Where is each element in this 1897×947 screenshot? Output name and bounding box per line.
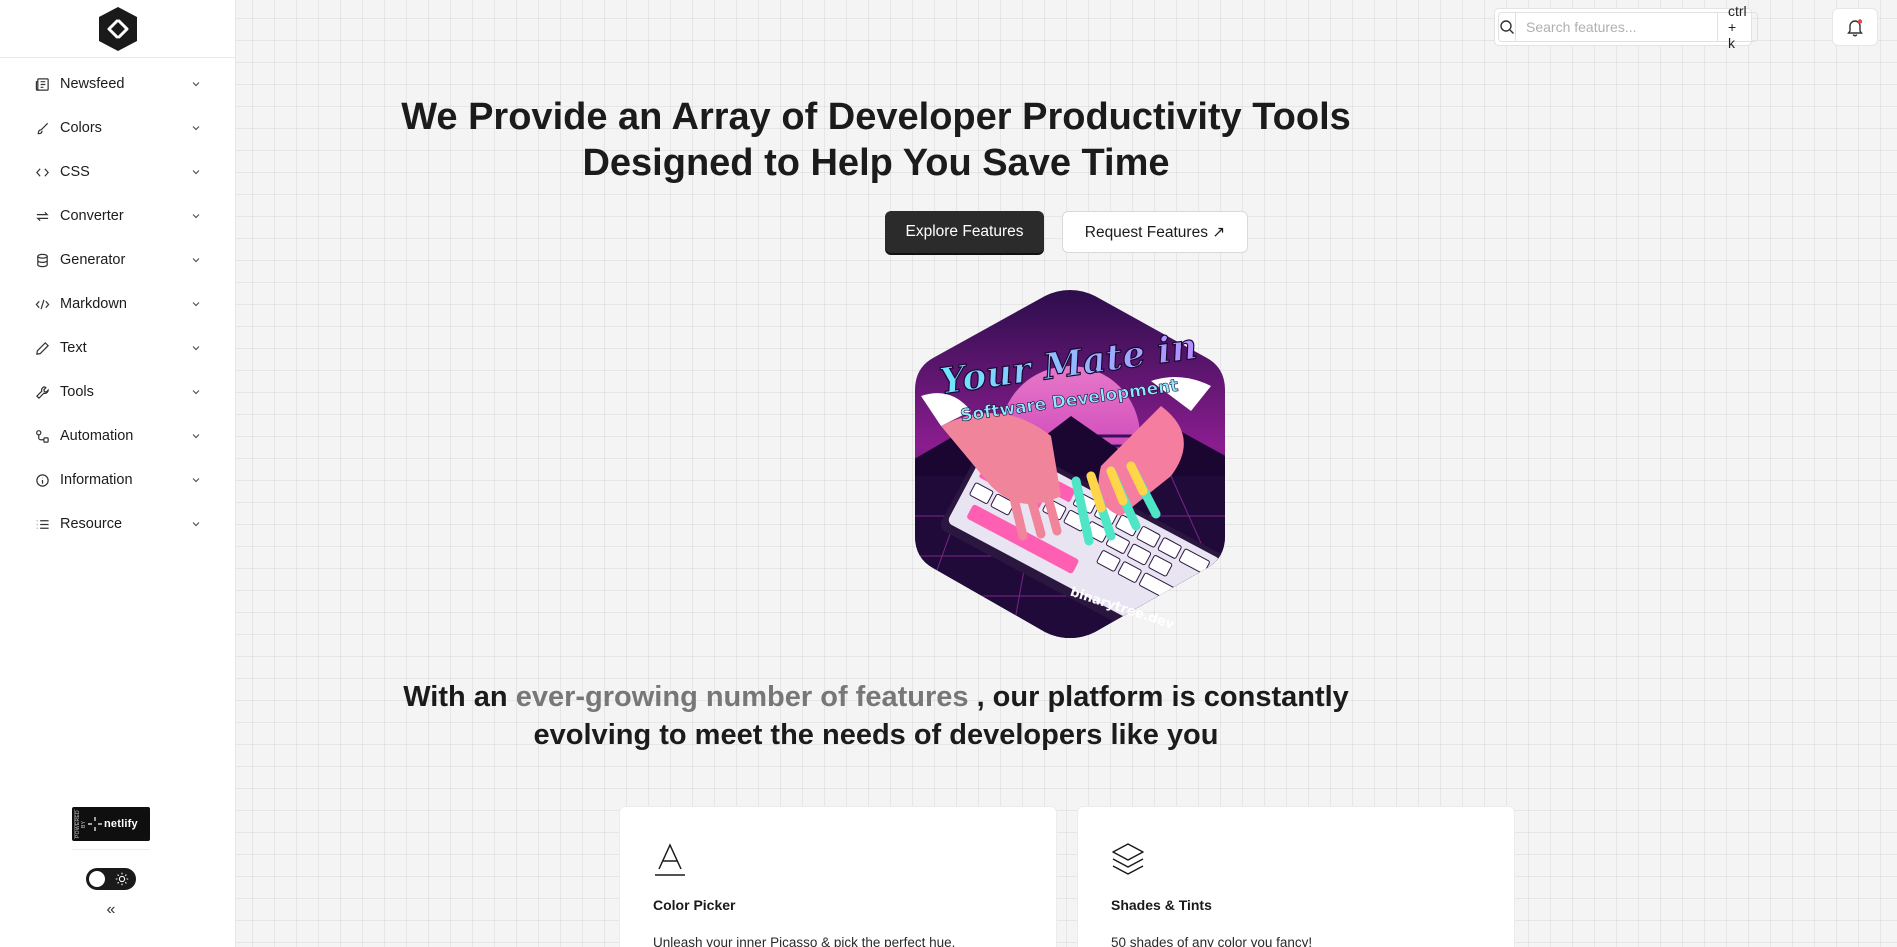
notifications-button[interactable]: [1832, 8, 1878, 46]
sidebar-item-text[interactable]: Text: [0, 326, 235, 370]
chevron-down-icon: [191, 255, 201, 265]
sidebar-item-colors[interactable]: Colors: [0, 106, 235, 150]
explore-features-button[interactable]: Explore Features: [885, 211, 1044, 253]
feature-card-shades-tints[interactable]: Shades & Tints 50 shades of any color yo…: [1077, 806, 1515, 947]
sidebar-item-label: Information: [60, 472, 133, 488]
logo-area: [0, 0, 235, 58]
feature-card-title: Color Picker: [653, 897, 736, 913]
netlify-brand-text: netlify: [104, 818, 138, 830]
newspaper-icon: [34, 76, 50, 92]
sidebar-item-tools[interactable]: Tools: [0, 370, 235, 414]
sidebar-item-newsfeed[interactable]: Newsfeed: [0, 62, 235, 106]
pencil-icon: [34, 340, 50, 356]
list-icon: [34, 516, 50, 532]
chevron-down-icon: [191, 387, 201, 397]
sidebar-nav: Newsfeed Colors CSS Converter Generator …: [0, 58, 235, 546]
layers-icon: [1112, 843, 1144, 875]
feature-card-description: Unleash your inner Picasso & pick the pe…: [653, 935, 956, 947]
sidebar-item-css[interactable]: CSS: [0, 150, 235, 194]
hero-title: We Provide an Array of Developer Product…: [401, 96, 1351, 184]
chevron-down-icon: [191, 475, 201, 485]
netlify-mark-icon: [88, 817, 102, 831]
sidebar-item-label: Automation: [60, 428, 134, 444]
search-input[interactable]: [1515, 12, 1718, 42]
code-slash-icon: [34, 296, 50, 312]
chevron-down-icon: [191, 79, 201, 89]
brush-icon: [34, 120, 50, 136]
chevron-down-icon: [191, 167, 201, 177]
sidebar-item-label: Tools: [60, 384, 94, 400]
features-tagline: With an ever-growing number of features …: [376, 678, 1376, 754]
binarytree-logo-icon[interactable]: [95, 5, 141, 53]
sidebar-item-markdown[interactable]: Markdown: [0, 282, 235, 326]
search-icon[interactable]: [1498, 12, 1515, 42]
sidebar-item-label: Colors: [60, 120, 102, 136]
sun-icon: [115, 872, 129, 886]
feature-card-description: 50 shades of any color you fancy!: [1111, 935, 1313, 947]
chevron-down-icon: [191, 519, 201, 529]
sidebar-item-label: CSS: [60, 164, 90, 180]
chevron-down-icon: [191, 211, 201, 221]
bell-icon: [1847, 19, 1863, 37]
divider: [72, 849, 150, 850]
theme-toggle[interactable]: [86, 868, 136, 890]
sidebar-item-information[interactable]: Information: [0, 458, 235, 502]
sidebar-item-resource[interactable]: Resource: [0, 502, 235, 546]
sidebar: Newsfeed Colors CSS Converter Generator …: [0, 0, 236, 947]
tagline-prefix: With an: [403, 681, 516, 713]
sidebar-item-label: Text: [60, 340, 87, 356]
netlify-badge[interactable]: POWERED BY netlify: [72, 807, 150, 841]
letter-a-icon: [655, 843, 685, 876]
chevron-down-icon: [191, 343, 201, 353]
sidebar-item-generator[interactable]: Generator: [0, 238, 235, 282]
info-circle-icon: [34, 472, 50, 488]
hero-illustration: Your Mate in Software Development binary…: [915, 290, 1225, 638]
sidebar-item-label: Markdown: [60, 296, 127, 312]
feature-card-title: Shades & Tints: [1111, 897, 1212, 913]
sidebar-footer: POWERED BY netlify «: [0, 807, 236, 947]
search-bar: ctrl + k: [1494, 3, 1758, 51]
search-shortcut-hint: ctrl + k: [1718, 3, 1758, 51]
request-features-button[interactable]: Request Features ↗: [1062, 211, 1248, 253]
sidebar-item-label: Generator: [60, 252, 126, 268]
toggle-knob: [89, 871, 105, 887]
sidebar-item-converter[interactable]: Converter: [0, 194, 235, 238]
netlify-badge-side-text: POWERED BY: [74, 809, 87, 839]
feature-card-color-picker[interactable]: Color Picker Unleash your inner Picasso …: [619, 806, 1057, 947]
chevron-down-icon: [191, 431, 201, 441]
sidebar-item-label: Newsfeed: [60, 76, 125, 92]
sidebar-item-label: Converter: [60, 208, 124, 224]
wrench-icon: [34, 384, 50, 400]
sidebar-item-automation[interactable]: Automation: [0, 414, 235, 458]
chevron-down-icon: [191, 299, 201, 309]
workflow-icon: [34, 428, 50, 444]
code-brackets-icon: [34, 164, 50, 180]
main-content: ctrl + k We Provide an Array of Develope…: [236, 0, 1897, 947]
chevron-down-icon: [191, 123, 201, 133]
sidebar-item-label: Resource: [60, 516, 123, 532]
arrows-repeat-icon: [34, 208, 50, 224]
tagline-highlight: ever-growing number of features: [515, 681, 969, 713]
database-icon: [34, 252, 50, 268]
collapse-sidebar-button[interactable]: «: [102, 901, 120, 919]
